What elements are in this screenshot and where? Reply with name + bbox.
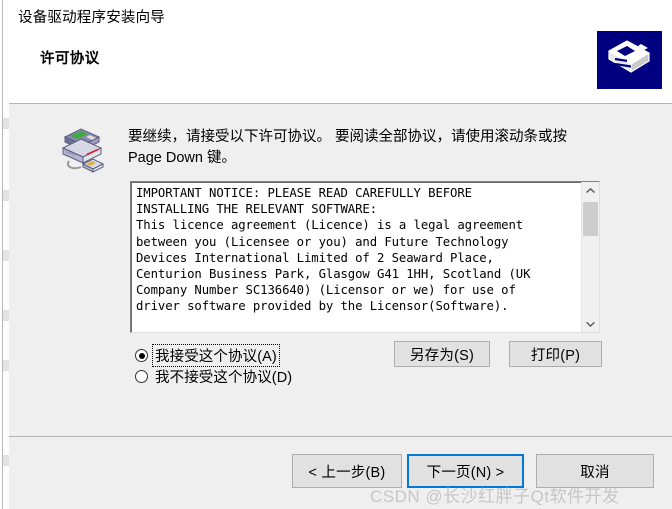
driver-install-wizard-window: 设备驱动程序安装向导 许可协议 要继续，请接受以下许可协议。 要阅读全部协议，请… xyxy=(9,0,672,509)
license-acceptance-radio-group: 我接受这个协议(A) 我不接受这个协议(D) xyxy=(135,344,375,387)
save-as-button[interactable]: 另存为(S) xyxy=(394,341,490,367)
wizard-body: 要继续，请接受以下许可协议。 要阅读全部协议，请使用滚动条或按 Page Dow… xyxy=(9,105,672,437)
radio-decline-indicator xyxy=(135,370,148,383)
radio-decline-license[interactable]: 我不接受这个协议(D) xyxy=(135,366,375,387)
cancel-button[interactable]: 取消 xyxy=(536,454,654,488)
license-agreement-text: IMPORTANT NOTICE: PLEASE READ CAREFULLY … xyxy=(136,186,531,314)
scrollbar-thumb[interactable] xyxy=(583,202,598,236)
driver-wizard-icon xyxy=(597,31,662,89)
radio-accept-label: 我接受这个协议(A) xyxy=(152,344,280,367)
radio-decline-label: 我不接受这个协议(D) xyxy=(155,370,293,386)
chevron-down-icon[interactable] xyxy=(582,315,599,332)
driver-stack-icon xyxy=(55,123,111,175)
wizard-footer: < 上一步(B) 下一页(N) > 取消 xyxy=(9,438,672,509)
chevron-up-icon[interactable] xyxy=(582,182,599,199)
next-button[interactable]: 下一页(N) > xyxy=(407,454,524,488)
license-text-box[interactable]: IMPORTANT NOTICE: PLEASE READ CAREFULLY … xyxy=(130,181,600,333)
instruction-text: 要继续，请接受以下许可协议。 要阅读全部协议，请使用滚动条或按 Page Dow… xyxy=(128,129,568,166)
radio-accept-license[interactable]: 我接受这个协议(A) xyxy=(135,344,375,367)
window-title: 设备驱动程序安装向导 xyxy=(18,10,165,26)
background-window-sliver xyxy=(0,0,9,509)
print-button[interactable]: 打印(P) xyxy=(509,341,602,367)
page-title: 许可协议 xyxy=(40,51,100,67)
license-scrollbar[interactable] xyxy=(581,182,599,332)
wizard-header: 设备驱动程序安装向导 许可协议 xyxy=(9,0,672,104)
back-button[interactable]: < 上一步(B) xyxy=(292,454,402,488)
radio-accept-indicator xyxy=(135,349,148,362)
